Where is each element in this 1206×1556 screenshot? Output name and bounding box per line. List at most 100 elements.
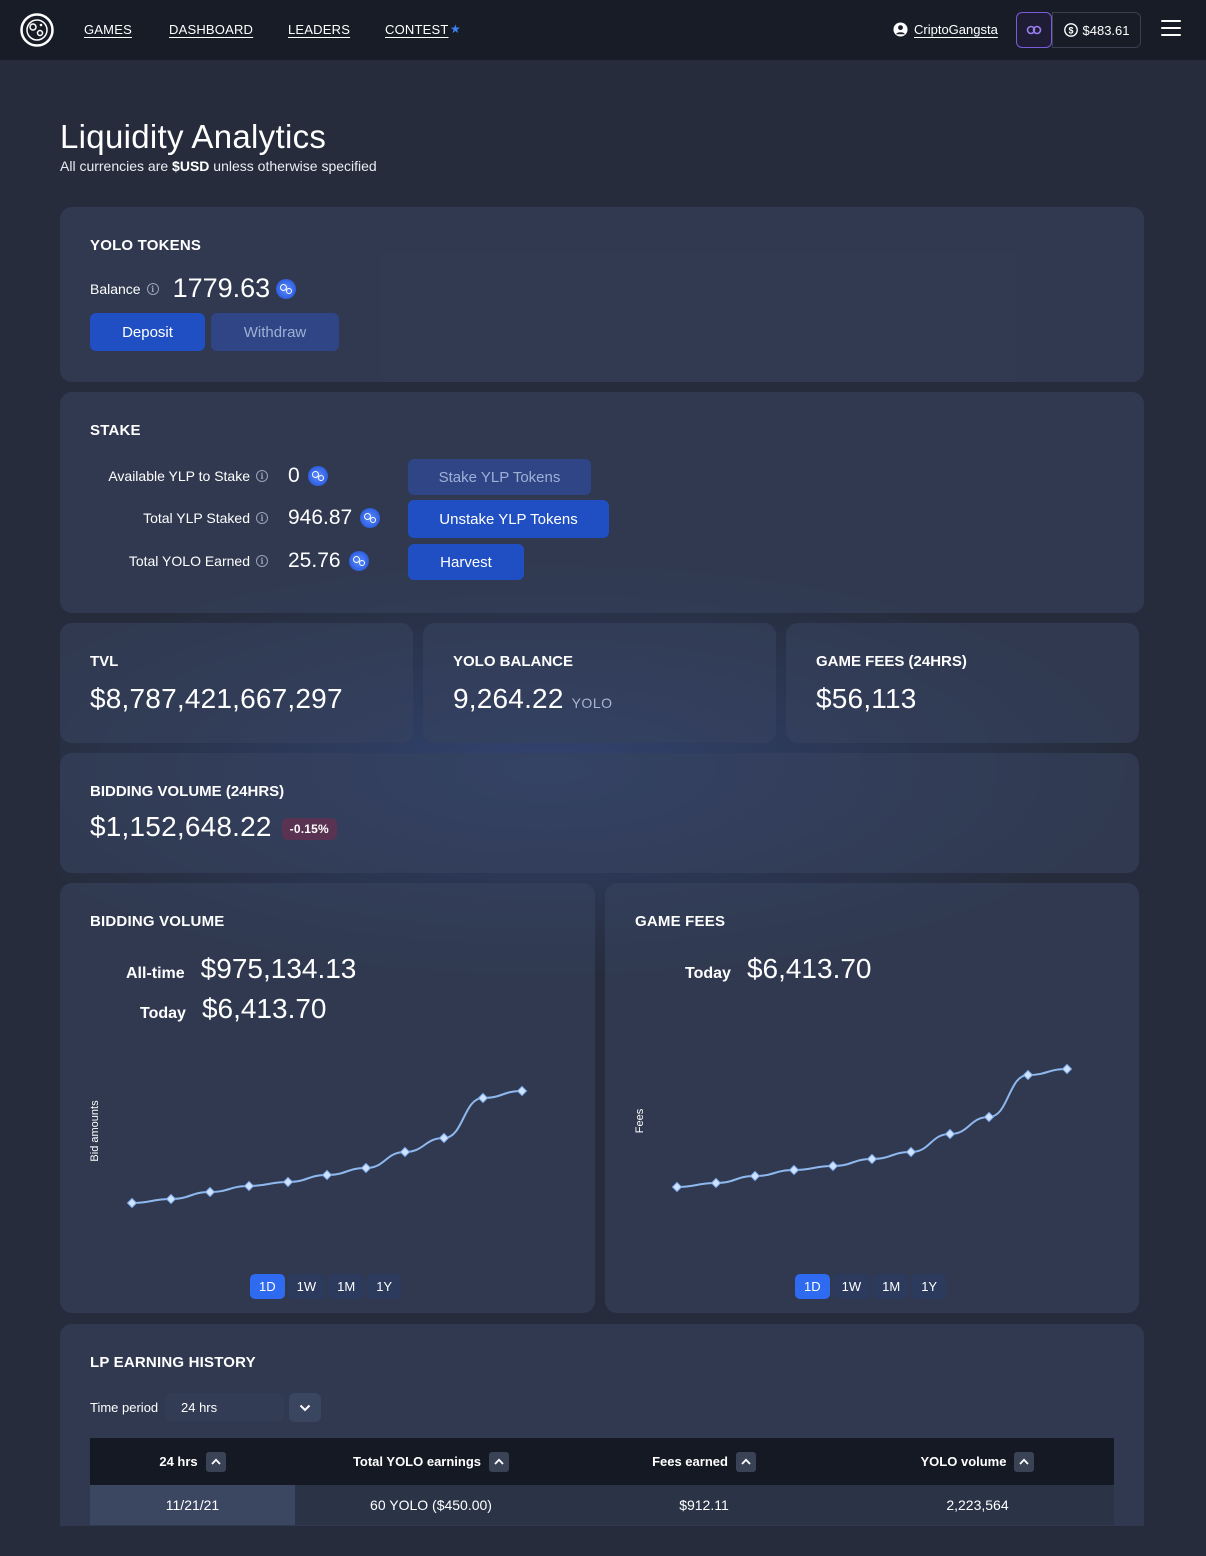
harvest-button[interactable]: Harvest bbox=[408, 544, 524, 580]
data-point-6[interactable] bbox=[905, 1146, 917, 1158]
balance-row: Balance i 1779.63 bbox=[90, 273, 297, 304]
today-label: Today bbox=[140, 1005, 186, 1022]
balance-label: Balance bbox=[90, 280, 141, 297]
series-line bbox=[676, 1068, 1068, 1188]
column-header-yolo-volume[interactable]: YOLO volume bbox=[841, 1451, 1114, 1472]
info-icon[interactable]: i bbox=[256, 555, 268, 567]
info-icon[interactable]: i bbox=[256, 470, 268, 482]
range-1d-button[interactable]: 1D bbox=[250, 1274, 285, 1299]
data-point-3[interactable] bbox=[243, 1180, 255, 1192]
data-point-7[interactable] bbox=[399, 1146, 411, 1158]
data-point-2[interactable] bbox=[204, 1186, 216, 1198]
stake-title: STAKE bbox=[90, 422, 141, 439]
data-point-1[interactable] bbox=[165, 1193, 177, 1205]
alltime-label: All-time bbox=[126, 965, 185, 982]
column-header-total-yolo[interactable]: Total YOLO earnings bbox=[295, 1451, 567, 1472]
total-ylp-staked-label: Total YLP Staked bbox=[143, 510, 250, 526]
data-point-6[interactable] bbox=[360, 1162, 372, 1174]
data-point-9[interactable] bbox=[1022, 1069, 1034, 1081]
yolo-balance-title: YOLO BALANCE bbox=[453, 653, 573, 670]
stake-ylp-button[interactable]: Stake YLP Tokens bbox=[408, 459, 591, 495]
star-icon: ★ bbox=[450, 22, 461, 36]
range-1y-button[interactable]: 1Y bbox=[367, 1274, 402, 1299]
fees-today-row: Today $6,413.70 bbox=[685, 953, 872, 985]
column-header-period[interactable]: 24 hrs bbox=[90, 1451, 295, 1472]
data-point-1[interactable] bbox=[710, 1177, 722, 1189]
bidding-range-selector: 1D 1W 1M 1Y bbox=[250, 1274, 402, 1299]
fees-today-label: Today bbox=[685, 965, 731, 982]
data-point-4[interactable] bbox=[827, 1160, 839, 1172]
svg-text:$: $ bbox=[1068, 25, 1073, 35]
page-title: Liquidity Analytics bbox=[60, 118, 327, 155]
yolo-balance-row: 9,264.22 YOLO bbox=[453, 683, 613, 715]
stake-row-available: Available YLP to Stake i 0 bbox=[98, 464, 328, 488]
wallet-balance-value: $483.61 bbox=[1082, 22, 1130, 38]
total-yolo-earned-value: 25.76 bbox=[288, 549, 341, 572]
time-period-dropdown-button[interactable] bbox=[289, 1393, 321, 1422]
data-point-8[interactable] bbox=[438, 1132, 450, 1144]
range-1y-button[interactable]: 1Y bbox=[912, 1274, 947, 1299]
bidding-volume-24h-card: BIDDING VOLUME (24HRS) $1,152,648.22 -0.1… bbox=[60, 753, 1139, 873]
stake-panel: STAKE Available YLP to Stake i 0 Total YL… bbox=[60, 392, 1144, 613]
sort-up-icon[interactable] bbox=[205, 1451, 226, 1472]
nav-contest[interactable]: CONTEST bbox=[385, 22, 449, 37]
lp-earning-history-panel: LP EARNING HISTORY Time period 24 hrs 24… bbox=[60, 1324, 1144, 1526]
time-period-select[interactable]: 24 hrs bbox=[166, 1393, 284, 1422]
sort-up-icon[interactable] bbox=[1014, 1451, 1035, 1472]
wallet-balance[interactable]: $ $483.61 bbox=[1052, 12, 1141, 48]
sort-up-icon[interactable] bbox=[489, 1451, 510, 1472]
cell-yolo-volume: 2,223,564 bbox=[946, 1497, 1009, 1513]
yolo-balance-card: YOLO BALANCE 9,264.22 YOLO bbox=[423, 623, 776, 743]
unstake-ylp-button[interactable]: Unstake YLP Tokens bbox=[408, 500, 609, 538]
game-fees-value: $56,113 bbox=[816, 683, 917, 714]
range-1w-button[interactable]: 1W bbox=[287, 1274, 326, 1299]
total-yolo-earned-label: Total YOLO Earned bbox=[128, 553, 250, 569]
change-badge: -0.15% bbox=[281, 817, 337, 840]
game-fees-card: GAME FEES (24HRS) $56,113 bbox=[786, 623, 1139, 743]
fees-today-value: $6,413.70 bbox=[746, 953, 872, 984]
range-1m-button[interactable]: 1M bbox=[328, 1274, 365, 1299]
hamburger-menu-icon[interactable] bbox=[1161, 20, 1181, 38]
withdraw-button[interactable]: Withdraw bbox=[211, 313, 339, 351]
user-profile-link[interactable]: CriptoGangsta bbox=[893, 22, 998, 37]
wallet-link-button[interactable] bbox=[1016, 12, 1052, 48]
data-point-5[interactable] bbox=[866, 1153, 878, 1165]
range-1m-button[interactable]: 1M bbox=[873, 1274, 910, 1299]
data-point-0[interactable] bbox=[126, 1197, 138, 1209]
data-point-8[interactable] bbox=[983, 1111, 995, 1123]
stake-row-staked: Total YLP Staked i 946.87 bbox=[98, 506, 381, 530]
data-point-10[interactable] bbox=[516, 1085, 528, 1097]
bidding-volume-24h-row: $1,152,648.22 -0.15% bbox=[90, 811, 337, 843]
tvl-value: $8,787,421,667,297 bbox=[90, 683, 343, 714]
yolo-token-icon bbox=[360, 508, 381, 528]
range-1w-button[interactable]: 1W bbox=[832, 1274, 871, 1299]
balance-value: 1779.63 bbox=[172, 273, 271, 303]
y-axis-label: Fees bbox=[634, 1108, 646, 1133]
info-icon[interactable]: i bbox=[146, 282, 159, 295]
range-1d-button[interactable]: 1D bbox=[795, 1274, 830, 1299]
yolo-balance-value: 9,264.22 bbox=[453, 683, 564, 714]
info-icon[interactable]: i bbox=[256, 512, 268, 524]
logo-icon[interactable] bbox=[20, 13, 54, 47]
data-point-5[interactable] bbox=[321, 1169, 333, 1181]
data-point-3[interactable] bbox=[788, 1164, 800, 1176]
data-point-2[interactable] bbox=[749, 1170, 761, 1182]
data-point-0[interactable] bbox=[671, 1181, 683, 1193]
yolo-unit: YOLO bbox=[571, 695, 613, 711]
yolo-token-icon bbox=[276, 278, 297, 299]
nav-games[interactable]: GAMES bbox=[84, 22, 132, 37]
nav-leaders[interactable]: LEADERS bbox=[288, 22, 350, 37]
cell-date: 11/21/21 bbox=[90, 1485, 295, 1525]
game-fees-line-chart: Fees bbox=[634, 1063, 1073, 1193]
bidding-volume-line-chart: Bid amounts bbox=[89, 1085, 528, 1209]
today-value: $6,413.70 bbox=[201, 993, 327, 1024]
nav-dashboard[interactable]: DASHBOARD bbox=[169, 22, 253, 37]
table-header: 24 hrs Total YOLO earnings Fees earned Y… bbox=[90, 1438, 1114, 1485]
data-point-7[interactable] bbox=[944, 1128, 956, 1140]
data-point-4[interactable] bbox=[282, 1176, 294, 1188]
column-header-fees-earned[interactable]: Fees earned bbox=[567, 1451, 841, 1472]
sort-up-icon[interactable] bbox=[735, 1451, 756, 1472]
deposit-button[interactable]: Deposit bbox=[90, 313, 205, 351]
data-point-10[interactable] bbox=[1061, 1063, 1073, 1075]
data-point-9[interactable] bbox=[477, 1092, 489, 1104]
